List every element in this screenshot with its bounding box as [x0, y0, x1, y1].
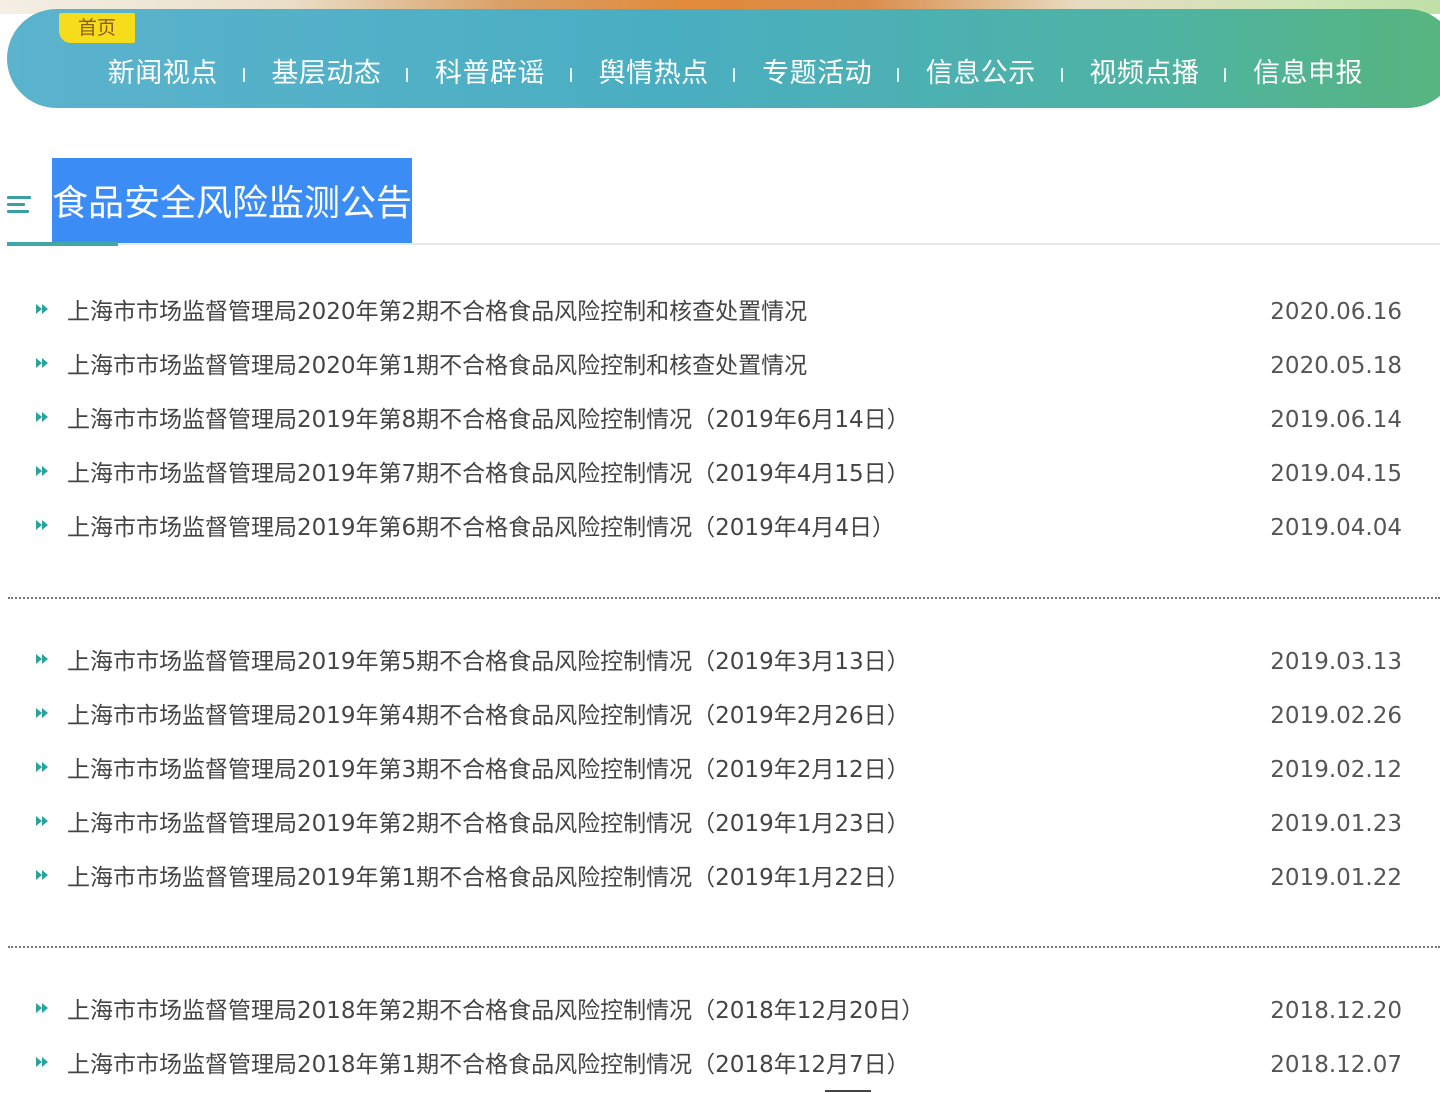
nav-item-special-events[interactable]: 专题活动 — [735, 51, 899, 90]
nav-item-video[interactable]: 视频点播 — [1063, 51, 1227, 90]
list-item-date: 2019.04.04 — [1270, 515, 1402, 541]
double-arrow-icon — [36, 1003, 48, 1013]
list-item[interactable]: 上海市市场监督管理局2018年第1期不合格食品风险控制情况（2018年12月7日… — [0, 1038, 1440, 1092]
double-arrow-icon — [36, 762, 48, 772]
list-item-title[interactable]: 上海市市场监督管理局2019年第3期不合格食品风险控制情况（2019年2月12日… — [67, 743, 910, 797]
list-item[interactable]: 上海市市场监督管理局2019年第3期不合格食品风险控制情况（2019年2月12日… — [0, 743, 1440, 797]
nav-item-grassroots[interactable]: 基层动态 — [245, 51, 409, 90]
list-item-title[interactable]: 上海市市场监督管理局2019年第2期不合格食品风险控制情况（2019年1月23日… — [67, 797, 910, 851]
list-item[interactable]: 上海市市场监督管理局2020年第1期不合格食品风险控制和核查处置情况 2020.… — [0, 339, 1440, 393]
section-accent-bar — [7, 242, 118, 246]
nav-item-news[interactable]: 新闻视点 — [81, 51, 245, 90]
section-header: 食品安全风险监测公告 — [7, 158, 1440, 248]
list-item-title[interactable]: 上海市市场监督管理局2019年第7期不合格食品风险控制情况（2019年4月15日… — [67, 447, 910, 501]
list-item-date: 2020.06.16 — [1270, 299, 1402, 325]
double-arrow-icon — [36, 466, 48, 476]
list-item-title[interactable]: 上海市市场监督管理局2019年第8期不合格食品风险控制情况（2019年6月14日… — [67, 393, 910, 447]
pagination-indicator — [825, 1090, 871, 1092]
group-divider — [8, 946, 1440, 948]
list-item-title[interactable]: 上海市市场监督管理局2018年第1期不合格食品风险控制情况（2018年12月7日… — [67, 1038, 910, 1092]
double-arrow-icon — [36, 870, 48, 880]
list-item-title[interactable]: 上海市市场监督管理局2019年第5期不合格食品风险控制情况（2019年3月13日… — [67, 635, 910, 689]
list-item[interactable]: 上海市市场监督管理局2020年第2期不合格食品风险控制和核查处置情况 2020.… — [0, 285, 1440, 339]
double-arrow-icon — [36, 412, 48, 422]
list-item[interactable]: 上海市市场监督管理局2019年第1期不合格食品风险控制情况（2019年1月22日… — [0, 851, 1440, 905]
double-arrow-icon — [36, 1057, 48, 1067]
main-navigation: 首页 新闻视点 基层动态 科普辟谣 舆情热点 专题活动 信息公示 视频点播 信息… — [7, 9, 1440, 108]
section-underline — [7, 243, 1440, 245]
nav-items: 新闻视点 基层动态 科普辟谣 舆情热点 专题活动 信息公示 视频点播 信息申报 — [81, 45, 1390, 95]
list-item-title[interactable]: 上海市市场监督管理局2018年第2期不合格食品风险控制情况（2018年12月20… — [67, 984, 924, 1038]
group-divider — [8, 597, 1440, 599]
list-item-date: 2019.01.23 — [1270, 811, 1402, 837]
list-item-title[interactable]: 上海市市场监督管理局2020年第1期不合格食品风险控制和核查处置情况 — [67, 339, 807, 393]
double-arrow-icon — [36, 304, 48, 314]
list-item[interactable]: 上海市市场监督管理局2019年第5期不合格食品风险控制情况（2019年3月13日… — [0, 635, 1440, 689]
double-arrow-icon — [36, 654, 48, 664]
list-item-date: 2019.04.15 — [1270, 461, 1402, 487]
double-arrow-icon — [36, 358, 48, 368]
list-item-date: 2019.01.22 — [1270, 865, 1402, 891]
list-item-date: 2019.02.26 — [1270, 703, 1402, 729]
double-arrow-icon — [36, 708, 48, 718]
list-item-date: 2020.05.18 — [1270, 353, 1402, 379]
list-item[interactable]: 上海市市场监督管理局2018年第2期不合格食品风险控制情况（2018年12月20… — [0, 984, 1440, 1038]
list-item-date: 2018.12.07 — [1270, 1052, 1402, 1078]
double-arrow-icon — [36, 816, 48, 826]
nav-item-info-report[interactable]: 信息申报 — [1226, 51, 1390, 90]
list-item[interactable]: 上海市市场监督管理局2019年第4期不合格食品风险控制情况（2019年2月26日… — [0, 689, 1440, 743]
list-item[interactable]: 上海市市场监督管理局2019年第6期不合格食品风险控制情况（2019年4月4日）… — [0, 501, 1440, 555]
list-item[interactable]: 上海市市场监督管理局2019年第2期不合格食品风险控制情况（2019年1月23日… — [0, 797, 1440, 851]
list-item-title[interactable]: 上海市市场监督管理局2019年第4期不合格食品风险控制情况（2019年2月26日… — [67, 689, 910, 743]
list-item-title[interactable]: 上海市市场监督管理局2020年第2期不合格食品风险控制和核查处置情况 — [67, 285, 807, 339]
list-item[interactable]: 上海市市场监督管理局2019年第7期不合格食品风险控制情况（2019年4月15日… — [0, 447, 1440, 501]
list-item-date: 2019.06.14 — [1270, 407, 1402, 433]
home-tab[interactable]: 首页 — [59, 13, 135, 43]
list-item-title[interactable]: 上海市市场监督管理局2019年第6期不合格食品风险控制情况（2019年4月4日） — [67, 501, 895, 555]
list-menu-icon — [7, 196, 31, 214]
nav-item-public-opinion[interactable]: 舆情热点 — [572, 51, 736, 90]
list-item-title[interactable]: 上海市市场监督管理局2019年第1期不合格食品风险控制情况（2019年1月22日… — [67, 851, 910, 905]
list-item[interactable]: 上海市市场监督管理局2019年第8期不合格食品风险控制情况（2019年6月14日… — [0, 393, 1440, 447]
nav-item-science-rumor[interactable]: 科普辟谣 — [408, 51, 572, 90]
double-arrow-icon — [36, 520, 48, 530]
list-item-date: 2019.02.12 — [1270, 757, 1402, 783]
page-title: 食品安全风险监测公告 — [52, 158, 412, 245]
list-item-date: 2018.12.20 — [1270, 998, 1402, 1024]
list-item-date: 2019.03.13 — [1270, 649, 1402, 675]
nav-item-info-disclosure[interactable]: 信息公示 — [899, 51, 1063, 90]
